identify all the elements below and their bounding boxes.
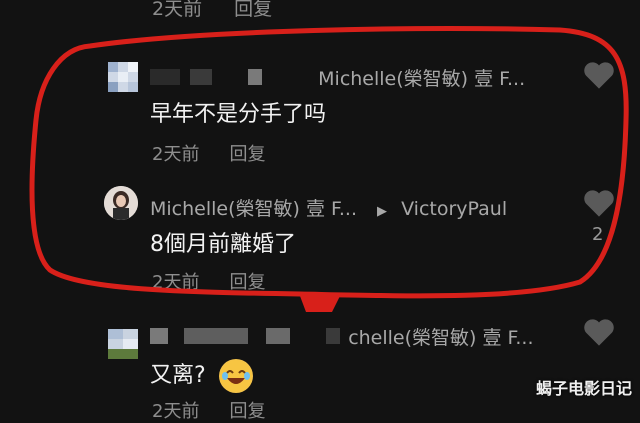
comment-time: 2天前 (152, 401, 200, 422)
reply-button[interactable]: 回复 (229, 268, 265, 294)
previous-comment-meta: 2天前 回复 (152, 0, 272, 21)
comment-time: 2天前 (152, 272, 200, 293)
avatar[interactable] (104, 186, 138, 220)
comment-text: 8個月前離婚了 (150, 232, 296, 257)
avatar[interactable] (108, 329, 138, 359)
comment-text: 早年不是分手了吗 (150, 102, 327, 127)
comment-text-content: 又离? (150, 363, 206, 388)
reply-arrow-icon: ▶ (377, 204, 388, 219)
like-heart-icon[interactable] (582, 60, 616, 90)
masked-username (266, 328, 291, 344)
masked-username (184, 328, 249, 344)
reply-target-name[interactable]: VictoryPaul (401, 198, 507, 220)
reply-button[interactable]: 回复 (229, 140, 265, 166)
comment-meta: 2天前 回复 (152, 397, 265, 423)
comment-header: Michelle(榮智敏) 壹 F... (150, 64, 525, 91)
reply-target-name[interactable]: chelle(榮智敏) 壹 F... (348, 327, 533, 349)
comment-text: 又离? (150, 357, 253, 393)
comment-time: 2天前 (152, 0, 203, 20)
masked-username (150, 69, 180, 85)
reply-button[interactable]: 回复 (229, 397, 265, 423)
masked-username (150, 328, 168, 344)
comment-time: 2天前 (152, 144, 200, 165)
laughing-emoji-icon (218, 359, 253, 393)
masked-username (190, 69, 213, 85)
reply-target-name[interactable]: Michelle(榮智敏) 壹 F... (318, 68, 525, 90)
comment-header: chelle(榮智敏) 壹 F... (150, 323, 534, 350)
comment-item: chelle(榮智敏) 壹 F... 又离? 2天前 回复 (0, 315, 640, 422)
masked-username (326, 328, 341, 344)
avatar[interactable] (108, 62, 138, 92)
like-heart-icon[interactable] (582, 188, 616, 218)
pixelated-avatar-icon (108, 62, 138, 92)
user-photo-icon (104, 186, 138, 220)
comment-item: Michelle(榮智敏) 壹 F... ▶ VictoryPaul 8個月前離… (0, 180, 640, 293)
masked-username (248, 69, 263, 85)
like-count: 2 (592, 224, 604, 245)
comment-header: Michelle(榮智敏) 壹 F... ▶ VictoryPaul (150, 194, 507, 221)
reply-button[interactable]: 回复 (234, 0, 272, 21)
comment-item: Michelle(榮智敏) 壹 F... 早年不是分手了吗 2天前 回复 (0, 50, 640, 170)
comment-meta: 2天前 回复 (152, 140, 265, 166)
like-heart-icon[interactable] (582, 317, 616, 347)
watermark: 蝎子电影日记 (535, 379, 632, 398)
comment-meta: 2天前 回复 (152, 268, 265, 294)
author-name[interactable]: Michelle(榮智敏) 壹 F... (150, 198, 357, 220)
pixelated-avatar-icon (108, 329, 138, 359)
